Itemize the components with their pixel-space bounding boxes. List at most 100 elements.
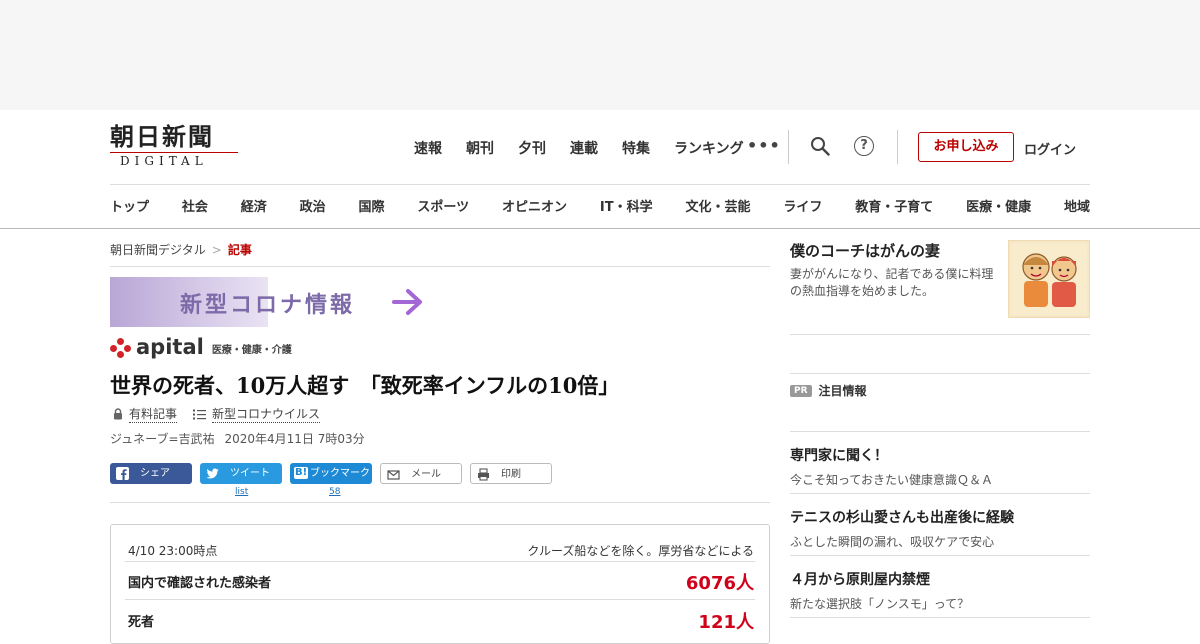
pr-item-title: ４月から原則屋内禁煙: [790, 572, 930, 588]
stats-header: 4/10 23:00時点 クルーズ船などを除く。厚労省などによる: [128, 542, 754, 559]
cat-item-opinion[interactable]: オピニオン: [502, 196, 567, 215]
feature-illustration[interactable]: [1008, 240, 1090, 318]
breadcrumb-current: 記事: [227, 243, 252, 257]
pr-badge: PR: [790, 384, 812, 397]
sidebar-rule: [790, 431, 1090, 432]
signup-button[interactable]: お申し込み: [918, 132, 1014, 162]
nav-item-sokuho[interactable]: 速報: [414, 138, 442, 158]
stats-row-value: 121人: [698, 612, 754, 633]
more-menu-icon[interactable]: •••: [747, 136, 781, 155]
twitter-count[interactable]: list: [235, 487, 248, 497]
paid-article-tag[interactable]: 有料記事: [129, 405, 178, 423]
pr-section-title: 注目情報: [818, 384, 867, 398]
sidebar-rule: [790, 617, 1090, 618]
apital-logo-icon: [110, 338, 132, 358]
header-divider: [897, 130, 898, 164]
header-rule: [110, 184, 1090, 185]
cat-item-region[interactable]: 地域: [1064, 196, 1090, 215]
apital-subtitle: 医療・健康・介護: [211, 345, 292, 356]
pr-section-header: PR 注目情報: [790, 382, 867, 399]
cat-item-society[interactable]: 社会: [182, 196, 208, 215]
facebook-share-button[interactable]: シェア: [110, 463, 192, 484]
nav-item-ranking[interactable]: ランキング: [674, 138, 744, 158]
stats-row-value: 6076人: [685, 573, 754, 594]
byline-author: ジュネーブ=吉武祐: [110, 432, 215, 446]
nav-item-tokushu[interactable]: 特集: [622, 138, 650, 158]
pr-list-item[interactable]: ４月から原則屋内禁煙 新たな選択肢「ノンスモ」って？: [790, 569, 1090, 612]
cat-item-it-science[interactable]: IT・科学: [600, 196, 653, 215]
login-link[interactable]: ログイン: [1024, 139, 1076, 158]
pr-item-title: テニスの杉山愛さんも出産後に経験: [790, 510, 1014, 526]
stats-row: 死者 121人: [128, 611, 754, 633]
share-buttons: シェア ツイート B! ブックマーク メール 印刷 list 58: [110, 463, 770, 497]
search-icon[interactable]: [810, 136, 830, 156]
pr-item-title: 専門家に聞く！: [790, 448, 888, 464]
pr-list-item[interactable]: 専門家に聞く！ 今こそ知っておきたい健康意識Ｑ＆Ａ: [790, 445, 1090, 488]
sidebar-rule: [790, 373, 1090, 374]
article-date: 2020年4月11日 7時03分: [224, 432, 365, 446]
facebook-icon: [116, 467, 129, 480]
twitter-share-label: ツイート: [230, 468, 270, 479]
ad-banner-area: [0, 0, 1200, 110]
stats-source-note: クルーズ船などを除く。厚労省などによる: [527, 544, 754, 558]
hatena-bookmark-button[interactable]: B! ブックマーク: [290, 463, 372, 484]
apital-brand[interactable]: apital 医療・健康・介護: [110, 336, 292, 358]
header-divider: [788, 130, 789, 164]
print-button[interactable]: 印刷: [470, 463, 552, 484]
cat-item-life[interactable]: ライフ: [783, 196, 822, 215]
article-tags: 有料記事 新型コロナウイルス: [112, 405, 321, 423]
feature-description[interactable]: 妻ががんになり、記者である僕に料理の熱血指導を始めました。: [790, 266, 1005, 300]
apital-wordmark: apital: [136, 335, 204, 359]
pr-item-subtitle: 今こそ知っておきたい健康意識Ｑ＆Ａ: [790, 473, 994, 487]
breadcrumb-rule: [110, 266, 770, 267]
cat-item-sports[interactable]: スポーツ: [417, 196, 469, 215]
sidebar-rule: [790, 555, 1090, 556]
stats-as-of: 4/10 23:00時点: [128, 544, 218, 558]
print-label: 印刷: [501, 469, 521, 480]
stats-divider: [125, 599, 755, 600]
facebook-share-label: シェア: [140, 468, 170, 479]
mail-share-button[interactable]: メール: [380, 463, 462, 484]
twitter-share-button[interactable]: ツイート: [200, 463, 282, 484]
series-tag-link[interactable]: 新型コロナウイルス: [212, 405, 321, 423]
corona-banner-label: 新型コロナ情報: [180, 293, 356, 318]
site-logo[interactable]: 朝日新聞 DIGITAL: [110, 124, 240, 170]
hatena-count[interactable]: 58: [329, 487, 340, 497]
arrow-right-icon: [392, 289, 422, 315]
mail-icon: [387, 470, 400, 480]
cat-item-economy[interactable]: 経済: [241, 196, 267, 215]
breadcrumb: 朝日新聞デジタル > 記事: [110, 241, 252, 258]
cat-item-international[interactable]: 国際: [359, 196, 385, 215]
cat-item-politics[interactable]: 政治: [300, 196, 326, 215]
stats-row: 国内で確認された感染者 6076人: [128, 572, 754, 594]
category-nav: トップ 社会 経済 政治 国際 スポーツ オピニオン IT・科学 文化・芸能 ラ…: [110, 196, 1090, 215]
stats-row-label: 国内で確認された感染者: [128, 576, 272, 591]
nav-item-yukan[interactable]: 夕刊: [518, 138, 546, 158]
print-icon: [478, 468, 489, 481]
nav-item-choukan[interactable]: 朝刊: [466, 138, 494, 158]
breadcrumb-separator: >: [211, 243, 222, 257]
article-byline: ジュネーブ=吉武祐 2020年4月11日 7時03分: [110, 430, 365, 447]
hatena-bookmark-icon: B!: [294, 467, 309, 479]
help-icon[interactable]: ?: [854, 136, 874, 156]
top-nav: 速報 朝刊 夕刊 連載 特集 ランキング: [414, 138, 768, 158]
cat-item-top[interactable]: トップ: [110, 196, 149, 215]
share-rule: [110, 502, 770, 503]
nav-item-rensai[interactable]: 連載: [570, 138, 598, 158]
cat-item-education[interactable]: 教育・子育て: [855, 196, 933, 215]
stats-row-label: 死者: [128, 615, 155, 630]
pr-item-subtitle: 新たな選択肢「ノンスモ」って？: [790, 597, 970, 611]
feature-title[interactable]: 僕のコーチはがんの妻: [790, 240, 940, 261]
logo-japanese: 朝日新聞: [110, 122, 214, 151]
logo-digital: DIGITAL: [120, 154, 208, 168]
couple-illustration-icon: [1011, 243, 1087, 315]
mail-share-label: メール: [411, 469, 441, 480]
sidebar-rule: [790, 493, 1090, 494]
pr-list-item[interactable]: テニスの杉山愛さんも出産後に経験 ふとした瞬間の漏れ、吸収ケアで安心: [790, 507, 1090, 550]
cat-item-health[interactable]: 医療・健康: [966, 196, 1031, 215]
cat-item-culture[interactable]: 文化・芸能: [685, 196, 750, 215]
list-icon: [193, 409, 207, 419]
corona-info-banner[interactable]: 新型コロナ情報: [110, 277, 430, 327]
breadcrumb-home[interactable]: 朝日新聞デジタル: [110, 243, 206, 257]
stats-divider: [125, 561, 755, 562]
